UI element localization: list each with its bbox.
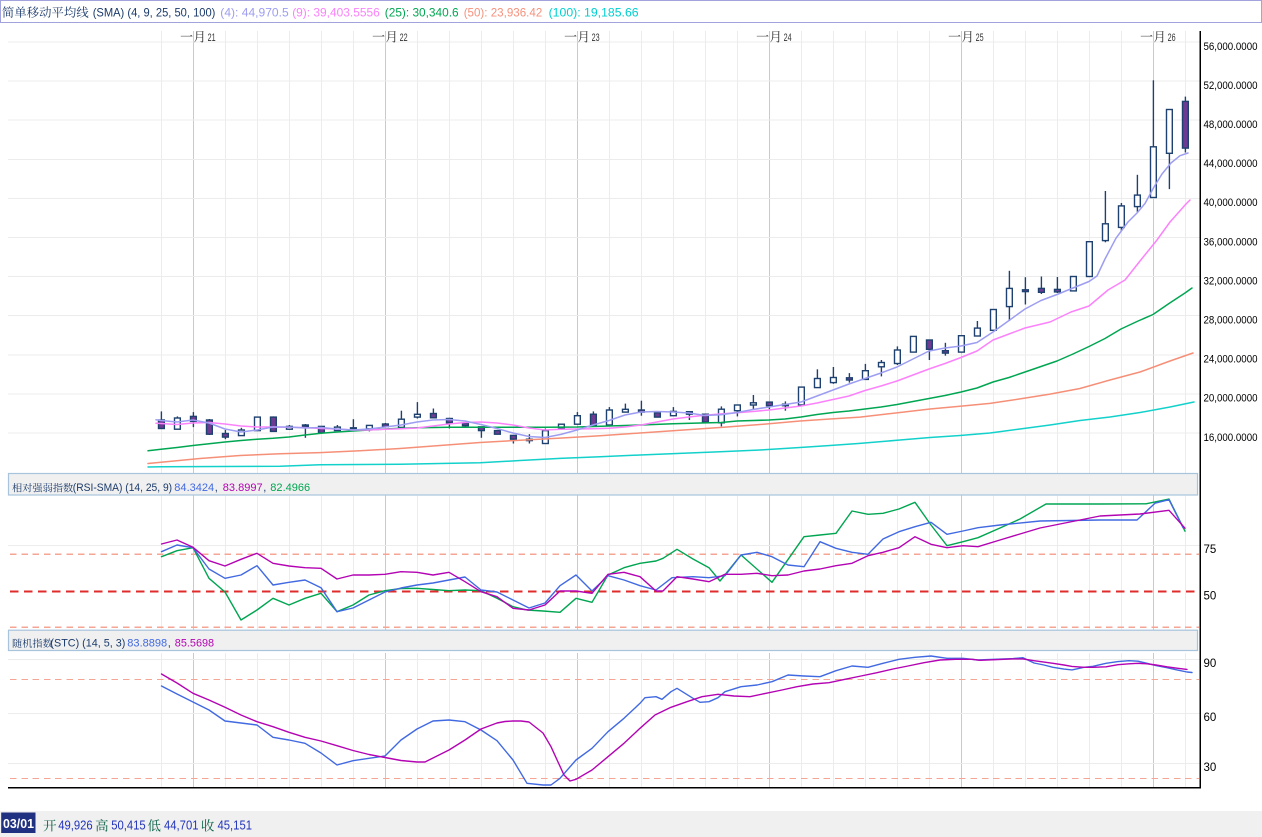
svg-text:40,000.0000: 40,000.0000: [1204, 197, 1258, 209]
svg-text:32,000.0000: 32,000.0000: [1204, 275, 1258, 287]
svg-text:20,000.0000: 20,000.0000: [1204, 393, 1258, 405]
svg-text:(50): 23,936.42: (50): 23,936.42: [464, 6, 543, 20]
svg-text:(9): 39,403.5556: (9): 39,403.5556: [292, 6, 380, 20]
svg-text:50: 50: [1204, 590, 1217, 602]
svg-text:44,701: 44,701: [164, 819, 199, 833]
svg-text:48,000.0000: 48,000.0000: [1204, 119, 1258, 131]
svg-text:49,926: 49,926: [58, 819, 93, 833]
svg-text:(100): 19,185.66: (100): 19,185.66: [549, 6, 639, 20]
svg-text:(RSI-SMA) (14, 25, 9): (RSI-SMA) (14, 25, 9): [73, 482, 172, 494]
svg-text:25: 25: [976, 32, 984, 44]
svg-text:(25): 30,340.6: (25): 30,340.6: [385, 6, 459, 20]
svg-text:50,415: 50,415: [111, 819, 146, 833]
svg-text:85.5698: 85.5698: [175, 638, 214, 650]
svg-text:22: 22: [400, 32, 408, 44]
svg-text:26: 26: [1168, 32, 1176, 44]
svg-text:,: ,: [215, 482, 218, 494]
svg-text:16,000.0000: 16,000.0000: [1204, 432, 1258, 444]
svg-text:28,000.0000: 28,000.0000: [1204, 315, 1258, 327]
svg-text:(SMA) (4, 9, 25, 50, 100): (SMA) (4, 9, 25, 50, 100): [93, 6, 216, 20]
svg-text:,: ,: [263, 482, 266, 494]
svg-text:83.8898: 83.8898: [127, 638, 167, 650]
svg-text:56,000.0000: 56,000.0000: [1204, 41, 1258, 53]
svg-text:84.3424: 84.3424: [174, 482, 214, 494]
svg-text:21: 21: [208, 32, 216, 44]
svg-text:60: 60: [1204, 712, 1217, 724]
svg-text:45,151: 45,151: [218, 819, 253, 833]
svg-text:23: 23: [592, 32, 600, 44]
svg-text:82.4966: 82.4966: [270, 482, 310, 494]
svg-text:(STC) (14, 5, 3): (STC) (14, 5, 3): [50, 638, 125, 650]
svg-text:75: 75: [1204, 544, 1217, 556]
svg-text:03/01: 03/01: [3, 817, 34, 831]
svg-text:90: 90: [1204, 658, 1217, 670]
svg-text:24,000.0000: 24,000.0000: [1204, 354, 1258, 366]
svg-text:44,000.0000: 44,000.0000: [1204, 158, 1258, 170]
svg-text:30: 30: [1204, 762, 1217, 774]
svg-text:,: ,: [168, 638, 171, 650]
svg-text:52,000.0000: 52,000.0000: [1204, 80, 1258, 92]
svg-text:24: 24: [784, 32, 792, 44]
svg-text:(4): 44,970.5: (4): 44,970.5: [220, 6, 289, 20]
svg-text:83.8997: 83.8997: [223, 482, 263, 494]
svg-text:36,000.0000: 36,000.0000: [1204, 236, 1258, 248]
